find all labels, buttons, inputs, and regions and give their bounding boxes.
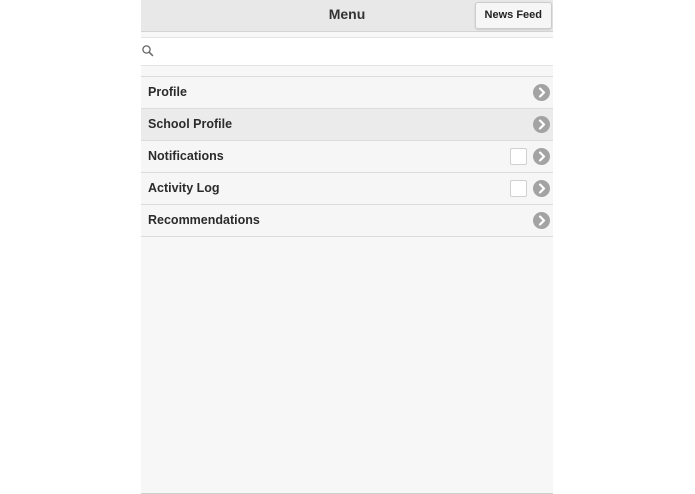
menu-item-label: Activity Log	[148, 181, 220, 195]
news-feed-button[interactable]: News Feed	[474, 2, 552, 29]
menu-item-profile[interactable]: Profile	[141, 77, 553, 109]
chevron-right-icon[interactable]	[533, 212, 550, 229]
chevron-right-icon[interactable]	[533, 180, 550, 197]
menu-list: Profile School Profile Notifications Act…	[141, 76, 553, 237]
search-bar	[141, 37, 553, 66]
chevron-right-icon[interactable]	[533, 116, 550, 133]
menu-item-label: Notifications	[148, 149, 224, 163]
search-icon	[141, 44, 155, 58]
menu-item-label: Profile	[148, 85, 187, 99]
menu-item-activity-log[interactable]: Activity Log	[141, 173, 553, 205]
chevron-right-icon[interactable]	[533, 84, 550, 101]
menu-item-recommendations[interactable]: Recommendations	[141, 205, 553, 237]
header-bar: Menu News Feed	[141, 0, 553, 32]
menu-item-label: Recommendations	[148, 213, 260, 227]
chevron-right-icon[interactable]	[533, 148, 550, 165]
activity-log-checkbox[interactable]	[510, 180, 527, 197]
menu-item-label: School Profile	[148, 117, 233, 131]
menu-item-notifications[interactable]: Notifications	[141, 141, 553, 173]
search-input[interactable]	[157, 41, 551, 63]
notifications-checkbox[interactable]	[510, 148, 527, 165]
menu-panel: Menu News Feed Profile School Profile No…	[141, 0, 553, 494]
menu-item-school-profile[interactable]: School Profile	[141, 109, 553, 141]
